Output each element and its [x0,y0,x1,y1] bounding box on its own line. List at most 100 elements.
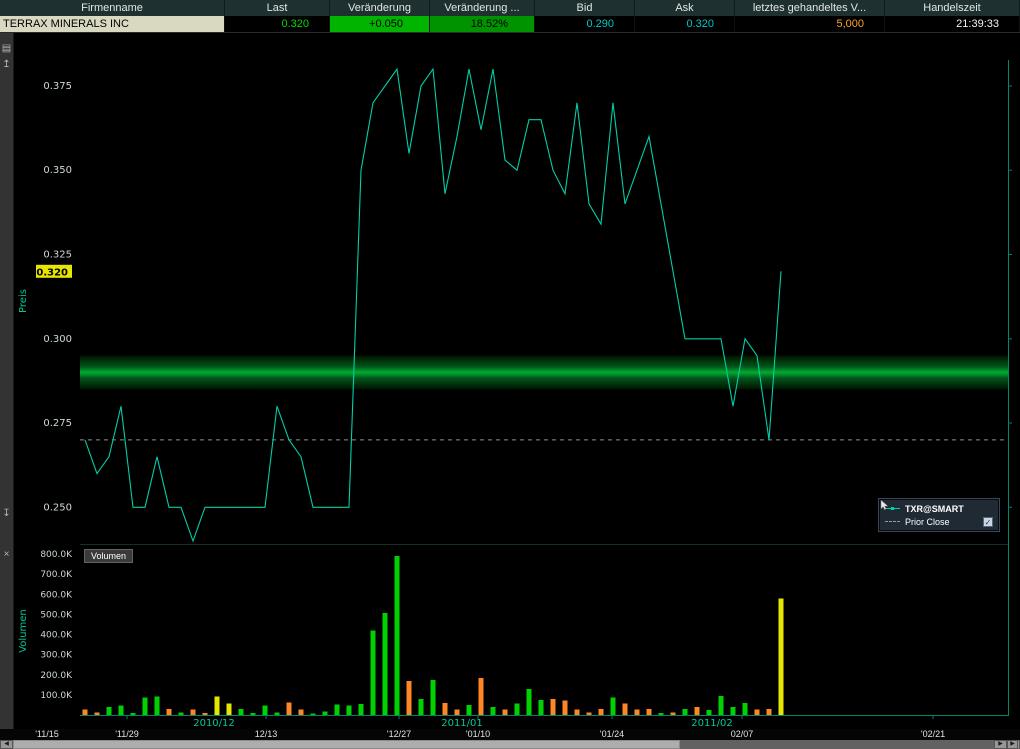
trade-time-cell[interactable]: 21:39:33 [885,16,1020,32]
trading-app-window: Firmenname Last Veränderung Veränderung … [0,0,1020,749]
chart-legend: TXR@SMART Prior Close ✓ [879,499,999,531]
close-icon[interactable]: × [0,549,13,561]
column-header-firmenname[interactable]: Firmenname [0,0,225,16]
change-cell[interactable]: +0.050 [330,16,430,32]
price-axis-label: 0.250 [43,502,72,513]
volume-axis-label: 600.0K [40,590,73,600]
volume-bar [551,699,556,715]
column-header-last-size[interactable]: letztes gehandeltes V... [735,0,885,16]
volume-bar [371,631,376,716]
x-axis-date-label: '11/15 [35,729,59,740]
volume-bar [395,556,400,715]
scroll-end-button[interactable]: ▶ [1007,740,1020,749]
volume-bar [731,707,736,715]
volume-bar [179,713,184,715]
prior-close-line-sample [885,521,900,522]
volume-bar [575,709,580,715]
volume-bar [407,681,412,715]
bid-cell[interactable]: 0.290 [535,16,635,32]
scrollbar-track[interactable] [13,740,994,749]
volume-bar [215,697,220,716]
volume-bar [683,709,688,715]
scroll-left-button[interactable]: ◀ [0,740,13,749]
volume-bar [143,697,148,715]
legend-series-row: TXR@SMART [885,502,993,515]
month-label: 2010/12 [193,718,235,729]
volume-bar [539,700,544,715]
company-name-cell[interactable]: TERRAX MINERALS INC [0,16,225,32]
price-volume-chart[interactable]: Preis Volumen 0.2500.2750.3000.3250.3500… [14,33,1020,729]
volume-bar [263,705,268,715]
volume-axis-title: Volumen [18,609,29,653]
column-header-change-pct[interactable]: Veränderung ... [430,0,535,16]
volume-bar [239,709,244,715]
chart-generated-content: 0.2500.2750.3000.3250.3500.375100.0K200.… [36,60,1012,729]
volume-bar [695,707,700,715]
volume-bar [491,707,496,715]
volume-bar [347,705,352,715]
prior-close-checkbox[interactable]: ✓ [983,517,993,527]
volume-bar [203,713,208,715]
x-axis-date-label: '11/29 [115,729,139,740]
volume-bar [743,703,748,715]
month-label: 2011/02 [691,718,733,729]
quote-header-row: Firmenname Last Veränderung Veränderung … [0,0,1020,16]
price-axis-label: 0.325 [43,250,72,261]
pointer-hand-icon [984,504,993,514]
volume-bar [275,713,280,715]
column-header-ask[interactable]: Ask [635,0,735,16]
scroll-right-button[interactable]: ▶ [994,740,1007,749]
horizontal-scrollbar: ◀ ▶ ▶ [0,740,1020,749]
volume-bar [95,713,100,715]
legend-prior-close-row: Prior Close ✓ [885,515,993,528]
chart-type-icon[interactable]: ▤ [0,43,13,55]
expand-up-icon[interactable]: ↥ [0,59,13,71]
volume-bar [299,709,304,715]
volume-bar [419,699,424,715]
volume-bar [719,696,724,715]
volume-bar [311,713,316,715]
legend-prior-close-label: Prior Close [905,517,978,527]
volume-bar [527,689,532,715]
volume-bar [119,705,124,715]
volume-bar [479,678,484,715]
price-axis-title: Preis [18,289,29,313]
column-header-trade-time[interactable]: Handelszeit [885,0,1020,16]
scrollbar-thumb[interactable] [13,740,680,749]
volume-bar [599,709,604,715]
volume-bar [323,711,328,715]
volume-pane-label: Volumen [84,549,133,563]
column-header-change[interactable]: Veränderung [330,0,430,16]
volume-bar [467,705,472,715]
x-axis-date-label: '01/10 [466,729,490,740]
volume-bar [587,713,592,715]
price-axis-label: 0.275 [43,418,72,429]
bid-level-band [80,356,1008,390]
volume-bar [503,709,508,715]
collapse-down-icon[interactable]: ↧ [0,508,13,520]
volume-bar [755,709,760,715]
volume-bar [335,705,340,716]
ask-cell[interactable]: 0.320 [635,16,735,32]
volume-bar [167,709,172,715]
volume-bar [779,598,784,715]
volume-bar [443,703,448,715]
volume-bar [515,703,520,715]
last-size-cell[interactable]: 5,000 [735,16,885,32]
volume-bar [635,709,640,715]
volume-axis-label: 800.0K [40,550,73,560]
price-line [85,69,781,541]
column-header-bid[interactable]: Bid [535,0,635,16]
column-header-last[interactable]: Last [225,0,330,16]
volume-axis-label: 100.0K [40,691,73,701]
volume-axis-label: 200.0K [40,671,73,681]
price-axis-label: 0.300 [43,334,72,345]
chart-area[interactable]: Preis Volumen 0.2500.2750.3000.3250.3500… [14,33,1020,729]
volume-bar [431,680,436,715]
x-axis-date-label: '12/27 [387,729,411,740]
change-pct-cell[interactable]: 18.52% [430,16,535,32]
last-price-cell[interactable]: 0.320 [225,16,330,32]
volume-bar [131,713,136,715]
x-axis-date-label: '01/24 [600,729,624,740]
volume-bar [383,613,388,715]
